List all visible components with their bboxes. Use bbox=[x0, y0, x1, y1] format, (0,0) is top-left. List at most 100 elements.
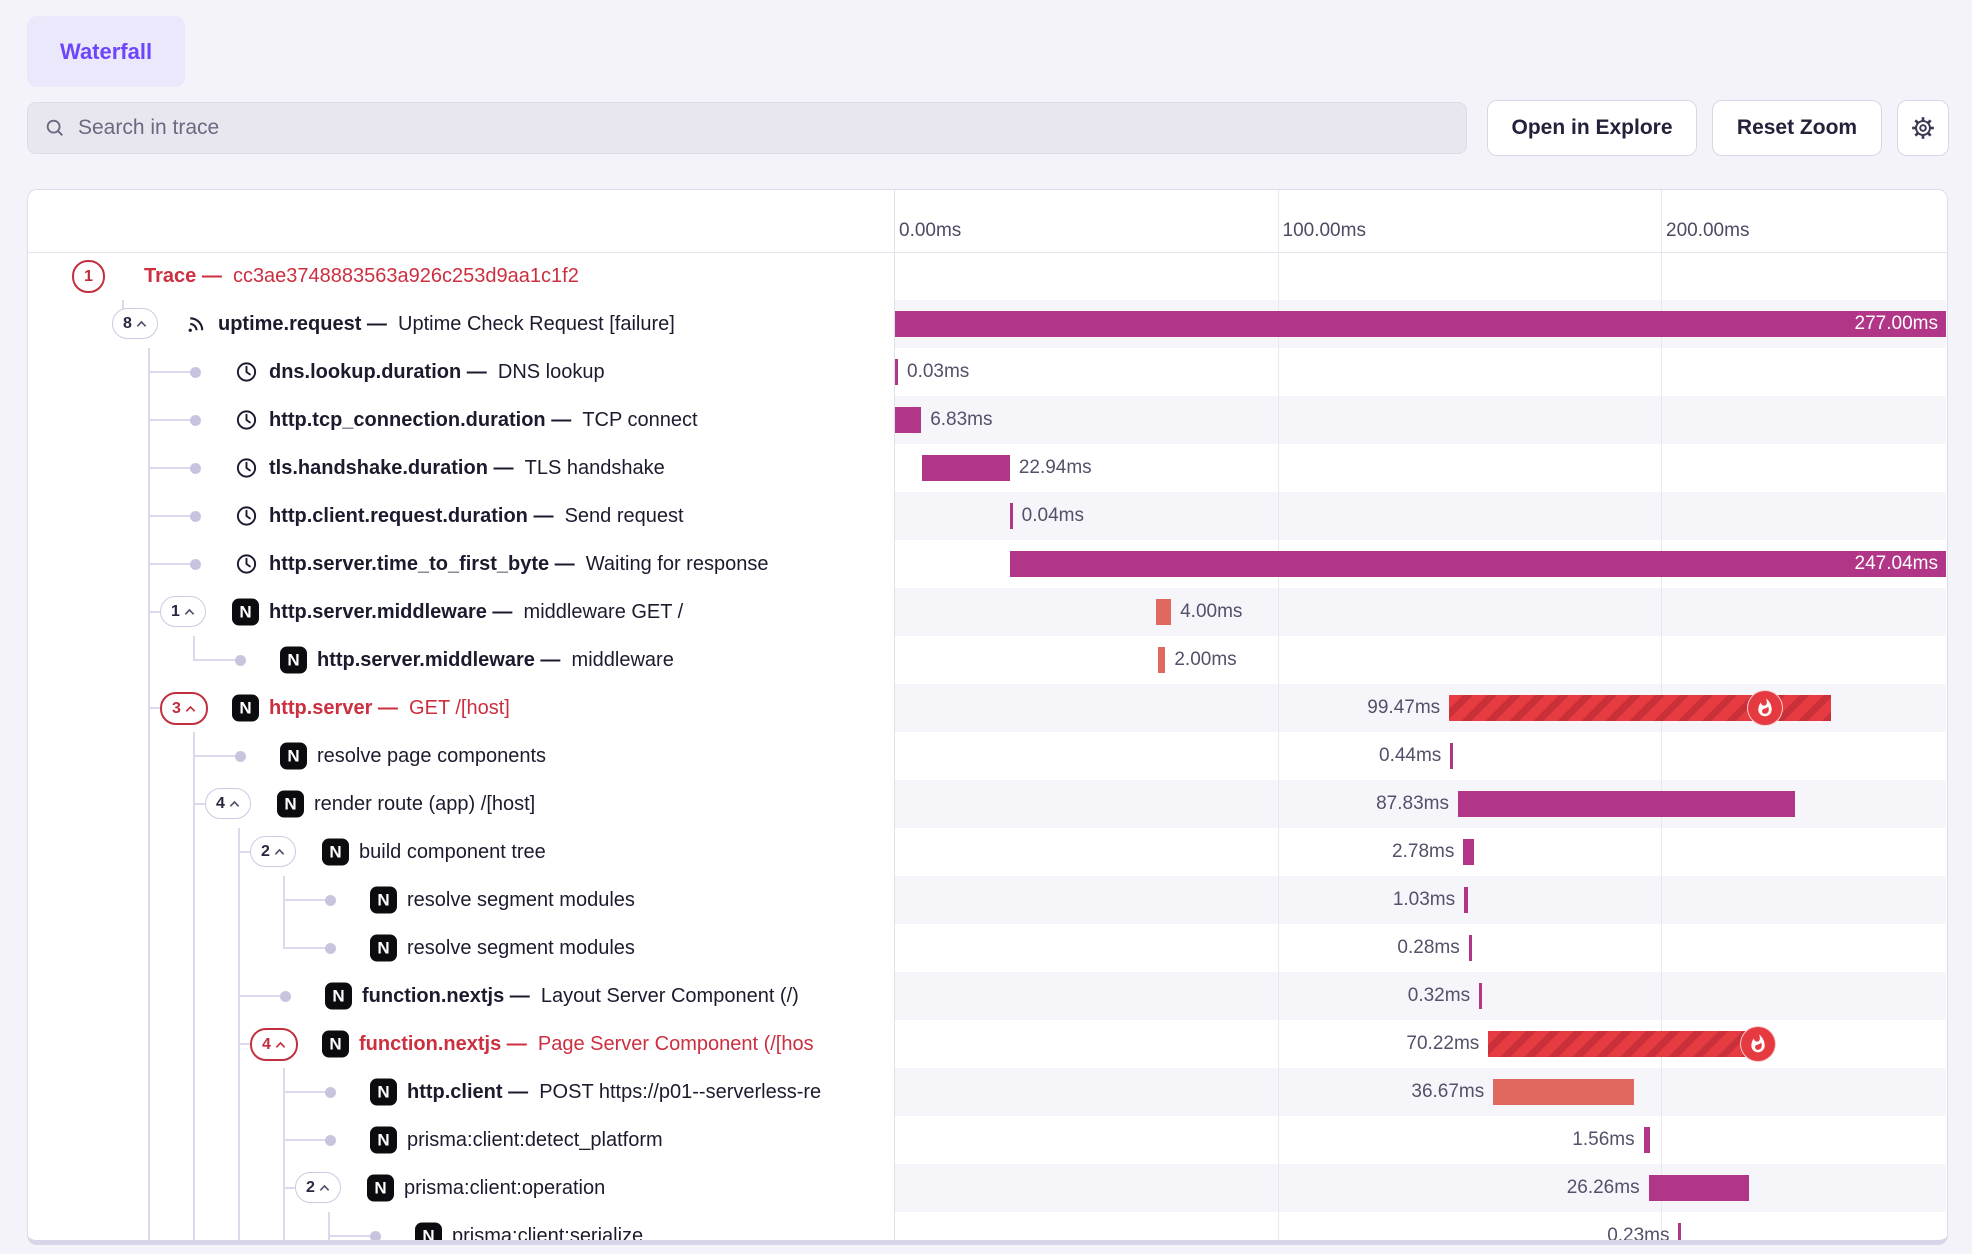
span-duration-bar[interactable] bbox=[1458, 791, 1795, 817]
span-children-badge[interactable]: 2 bbox=[295, 1172, 341, 1203]
span-children-badge[interactable]: 4 bbox=[250, 1028, 298, 1061]
span-op-name: resolve page components bbox=[317, 745, 546, 768]
waterfall-row[interactable]: 70.22ms bbox=[894, 1020, 1946, 1068]
span-duration-bar[interactable] bbox=[1158, 647, 1166, 673]
span-tree-row[interactable]: dns.lookup.duration — DNS lookup bbox=[28, 348, 894, 396]
span-tree-row[interactable]: 3Nhttp.server — GET /[host] bbox=[28, 684, 894, 732]
span-children-badge[interactable]: 1 bbox=[72, 260, 105, 293]
span-tree-row[interactable]: Nhttp.client — POST https://p01--serverl… bbox=[28, 1068, 894, 1116]
span-op-name: http.server.middleware bbox=[317, 649, 535, 672]
span-duration-bar[interactable] bbox=[1649, 1175, 1750, 1201]
span-children-badge[interactable]: 3 bbox=[160, 692, 208, 725]
tab-waterfall[interactable]: Waterfall bbox=[27, 16, 185, 87]
open-in-explore-button[interactable]: Open in Explore bbox=[1487, 100, 1697, 156]
span-duration-bar[interactable] bbox=[1678, 1223, 1681, 1245]
span-duration-bar[interactable] bbox=[895, 359, 898, 385]
tree-guide-line bbox=[148, 1212, 150, 1245]
waterfall-row[interactable]: 2.00ms bbox=[894, 636, 1946, 684]
nextjs-icon: N bbox=[322, 1031, 349, 1058]
span-children-badge[interactable]: 2 bbox=[250, 836, 296, 867]
waterfall-row[interactable]: 247.04ms bbox=[894, 540, 1946, 588]
span-duration-label: 0.44ms bbox=[1379, 732, 1441, 780]
tree-guide-line bbox=[148, 1116, 150, 1164]
span-duration-bar[interactable] bbox=[1469, 935, 1472, 961]
error-fire-icon[interactable] bbox=[1747, 690, 1783, 726]
waterfall-row[interactable]: 0.03ms bbox=[894, 348, 1946, 396]
span-tree-row[interactable]: Nhttp.server.middleware — middleware bbox=[28, 636, 894, 684]
span-tree-row[interactable]: http.server.time_to_first_byte — Waiting… bbox=[28, 540, 894, 588]
span-duration-label: 36.67ms bbox=[1411, 1068, 1484, 1116]
waterfall-row[interactable]: 22.94ms bbox=[894, 444, 1946, 492]
span-duration-bar[interactable] bbox=[1463, 839, 1474, 865]
waterfall-row[interactable]: 1.03ms bbox=[894, 876, 1946, 924]
span-duration-label: 70.22ms bbox=[1406, 1020, 1479, 1068]
waterfall-row[interactable]: 277.00ms bbox=[894, 300, 1946, 348]
span-tree-row[interactable]: Nfunction.nextjs — Layout Server Compone… bbox=[28, 972, 894, 1020]
waterfall-row[interactable]: 26.26ms bbox=[894, 1164, 1946, 1212]
waterfall-row[interactable]: 87.83ms bbox=[894, 780, 1946, 828]
span-tree-row[interactable]: 8uptime.request — Uptime Check Request [… bbox=[28, 300, 894, 348]
span-duration-bar[interactable] bbox=[1156, 599, 1171, 625]
tree-guide-line bbox=[238, 876, 240, 924]
span-tree-row[interactable]: Nresolve segment modules bbox=[28, 876, 894, 924]
span-op-name: http.server bbox=[269, 697, 372, 720]
tree-guide-line bbox=[148, 1020, 150, 1068]
span-tree-row[interactable]: 4Nfunction.nextjs — Page Server Componen… bbox=[28, 1020, 894, 1068]
tree-guide-elbow bbox=[148, 419, 195, 421]
waterfall-row[interactable]: 2.78ms bbox=[894, 828, 1946, 876]
tree-node-dot bbox=[190, 463, 201, 474]
time-axis-tick: 0.00ms bbox=[899, 220, 961, 242]
span-duration-bar[interactable] bbox=[1644, 1127, 1650, 1153]
waterfall-row[interactable]: 0.28ms bbox=[894, 924, 1946, 972]
span-row-label: Trace — cc3ae3748883563a926c253d9aa1c1f2 bbox=[144, 252, 579, 300]
span-tree-row[interactable]: 1 Trace — cc3ae3748883563a926c253d9aa1c1f… bbox=[28, 252, 894, 300]
waterfall-row[interactable]: 6.83ms bbox=[894, 396, 1946, 444]
search-input[interactable]: Search in trace bbox=[27, 102, 1467, 154]
waterfall-row[interactable]: 99.47ms bbox=[894, 684, 1946, 732]
span-tree-row[interactable]: 1Nhttp.server.middleware — middleware GE… bbox=[28, 588, 894, 636]
span-row-label: http.client — POST https://p01--serverle… bbox=[407, 1068, 821, 1116]
span-duration-bar[interactable] bbox=[1010, 551, 1946, 577]
span-tree-row[interactable]: Nresolve segment modules bbox=[28, 924, 894, 972]
span-children-badge[interactable]: 8 bbox=[112, 308, 158, 339]
reset-zoom-button[interactable]: Reset Zoom bbox=[1712, 100, 1882, 156]
span-duration-bar[interactable] bbox=[895, 311, 1946, 337]
span-tree-row[interactable]: 4Nrender route (app) /[host] bbox=[28, 780, 894, 828]
waterfall-row[interactable]: 0.32ms bbox=[894, 972, 1946, 1020]
span-tree-row[interactable]: 2Nprisma:client:operation bbox=[28, 1164, 894, 1212]
tree-guide-line bbox=[238, 924, 240, 972]
chevron-up-icon bbox=[184, 608, 195, 616]
span-tree-row[interactable]: http.tcp_connection.duration — TCP conne… bbox=[28, 396, 894, 444]
waterfall-row[interactable]: 36.67ms bbox=[894, 1068, 1946, 1116]
span-tree-row[interactable]: Nprisma:client:serialize bbox=[28, 1212, 894, 1245]
trace-view-panel: 0.00ms100.00ms200.00ms1Trace — cc3ae3748… bbox=[27, 189, 1948, 1245]
span-duration-bar[interactable] bbox=[1493, 1079, 1634, 1105]
span-tree-row[interactable]: http.client.request.duration — Send requ… bbox=[28, 492, 894, 540]
span-op-name: resolve segment modules bbox=[407, 889, 635, 912]
span-duration-bar[interactable] bbox=[922, 455, 1010, 481]
span-duration-bar[interactable] bbox=[1450, 743, 1453, 769]
span-tree-row[interactable]: Nprisma:client:detect_platform bbox=[28, 1116, 894, 1164]
span-tree-row[interactable]: Nresolve page components bbox=[28, 732, 894, 780]
tree-guide-line bbox=[193, 876, 195, 924]
tree-guide-line bbox=[328, 1212, 330, 1245]
waterfall-row[interactable]: 0.23ms bbox=[894, 1212, 1946, 1245]
span-duration-bar[interactable] bbox=[1488, 1031, 1757, 1057]
span-duration-label: 0.04ms bbox=[1022, 492, 1084, 540]
tree-guide-elbow bbox=[193, 755, 240, 757]
span-duration-bar[interactable] bbox=[1464, 887, 1468, 913]
span-children-badge[interactable]: 4 bbox=[205, 788, 251, 819]
waterfall-row[interactable]: 1.56ms bbox=[894, 1116, 1946, 1164]
span-children-badge[interactable]: 1 bbox=[160, 596, 206, 627]
span-duration-bar[interactable] bbox=[1010, 503, 1013, 529]
span-tree-row[interactable]: 2Nbuild component tree bbox=[28, 828, 894, 876]
span-duration-bar[interactable] bbox=[1479, 983, 1482, 1009]
error-fire-icon[interactable] bbox=[1740, 1026, 1776, 1062]
span-duration-bar[interactable] bbox=[895, 407, 921, 433]
waterfall-row[interactable]: 4.00ms bbox=[894, 588, 1946, 636]
span-tree-row[interactable]: tls.handshake.duration — TLS handshake bbox=[28, 444, 894, 492]
waterfall-row[interactable]: 0.44ms bbox=[894, 732, 1946, 780]
tree-guide-line bbox=[193, 1020, 195, 1068]
settings-button[interactable] bbox=[1897, 100, 1949, 156]
waterfall-row[interactable]: 0.04ms bbox=[894, 492, 1946, 540]
